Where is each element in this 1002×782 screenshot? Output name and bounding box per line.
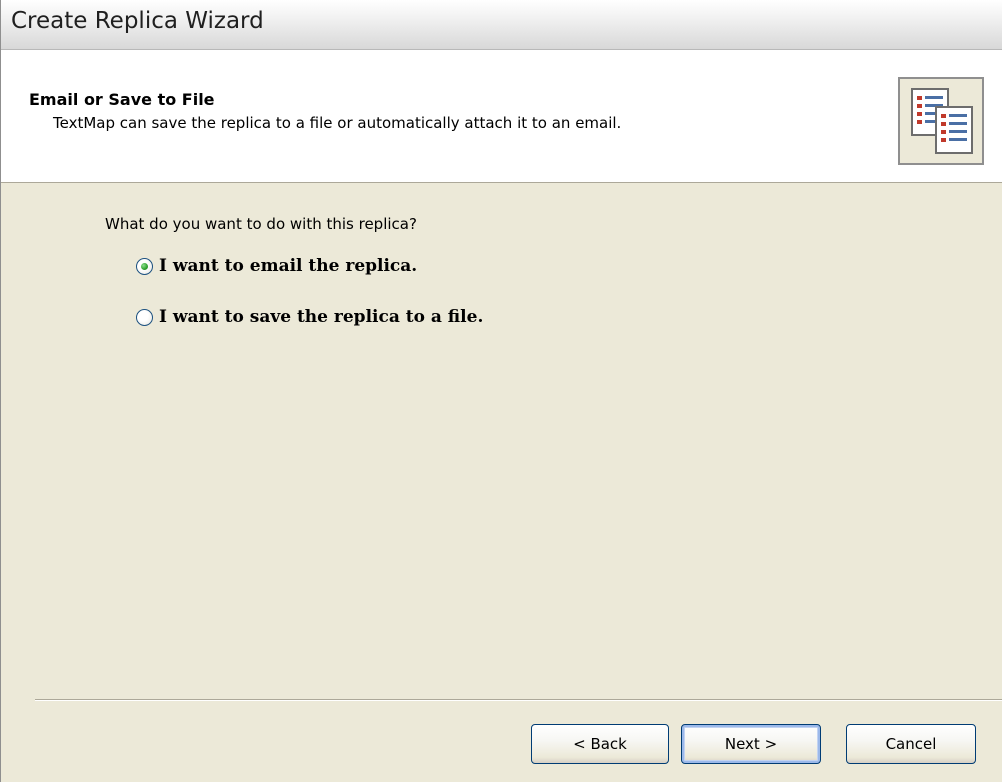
email-option-label[interactable]: I want to email the replica.	[159, 256, 417, 276]
step-description: TextMap can save the replica to a file o…	[53, 114, 622, 132]
title-bar[interactable]: Create Replica Wizard	[1, 0, 1002, 50]
question-label: What do you want to do with this replica…	[105, 215, 417, 233]
radio-unselected-icon[interactable]	[136, 308, 153, 326]
wizard-window: Create Replica Wizard Email or Save to F…	[0, 0, 1002, 782]
email-replica-option[interactable]: I want to email the replica.	[136, 256, 417, 276]
step-title: Email or Save to File	[29, 90, 215, 109]
wizard-header: Email or Save to File TextMap can save t…	[1, 50, 1002, 183]
cancel-button[interactable]: Cancel	[846, 724, 976, 764]
window-title: Create Replica Wizard	[11, 8, 264, 34]
save-option-label[interactable]: I want to save the replica to a file.	[159, 307, 483, 327]
radio-selected-icon[interactable]	[136, 257, 153, 275]
save-to-file-option[interactable]: I want to save the replica to a file.	[136, 307, 483, 327]
button-separator	[35, 699, 1002, 701]
replica-documents-icon	[898, 77, 984, 165]
next-button[interactable]: Next >	[681, 724, 821, 764]
back-button[interactable]: < Back	[531, 724, 669, 764]
wizard-body: What do you want to do with this replica…	[1, 183, 1002, 782]
